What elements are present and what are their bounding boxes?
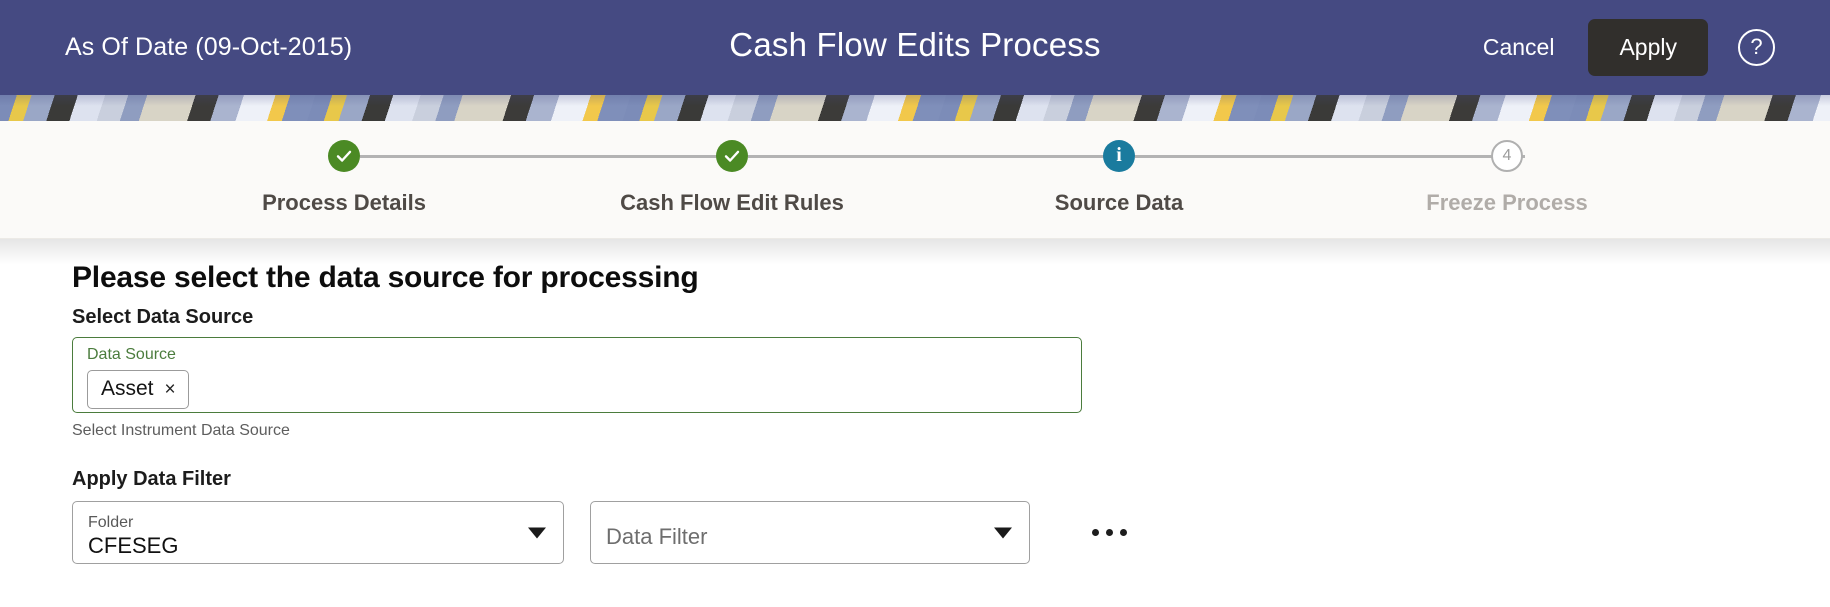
step-number-icon-4[interactable]: 4 (1491, 140, 1523, 172)
stepper-item-process-details[interactable]: Process Details (194, 121, 494, 216)
stepper-label-source-data: Source Data (1054, 190, 1184, 215)
data-filter-select[interactable]: Data Filter (590, 501, 1030, 564)
ellipsis-dot-1 (1092, 529, 1099, 536)
more-options-button[interactable] (1086, 519, 1133, 546)
step-complete-icon-1[interactable] (328, 140, 360, 172)
stepper-label-process-details: Process Details (262, 190, 426, 215)
ellipsis-dot-2 (1106, 529, 1113, 536)
folder-select[interactable]: Folder CFESEG (72, 501, 564, 564)
filter-controls-row: Folder CFESEG Data Filter (72, 501, 1830, 564)
main-content: Please select the data source for proces… (0, 239, 1830, 607)
stepper-item-cash-flow-edit-rules[interactable]: Cash Flow Edit Rules (582, 121, 882, 216)
step-complete-icon-2[interactable] (716, 140, 748, 172)
decorative-banner-image (0, 95, 1830, 121)
process-stepper: Process Details Cash Flow Edit Rules i S… (0, 121, 1830, 239)
as-of-date-label: As Of Date (09-Oct-2015) (65, 33, 353, 61)
cancel-button[interactable]: Cancel (1479, 28, 1559, 67)
header-actions: Cancel Apply ? (1479, 19, 1775, 76)
content-inner: Please select the data source for proces… (0, 261, 1830, 564)
stepper-label-cash-flow-edit-rules: Cash Flow Edit Rules (620, 190, 844, 215)
cash-flow-edits-process-page: As Of Date (09-Oct-2015) Cash Flow Edits… (0, 0, 1830, 607)
chevron-down-icon-folder[interactable] (528, 527, 546, 538)
data-source-multiselect[interactable]: Data Source Asset × (72, 337, 1082, 413)
step-info-icon-3[interactable]: i (1103, 140, 1135, 172)
data-source-field-legend: Data Source (87, 346, 176, 363)
chip-label: Asset (101, 377, 154, 400)
page-title: Cash Flow Edits Process (729, 25, 1101, 63)
page-header: As Of Date (09-Oct-2015) Cash Flow Edits… (0, 0, 1830, 95)
help-icon[interactable]: ? (1738, 29, 1775, 66)
chevron-down-icon-data-filter[interactable] (994, 527, 1012, 538)
ellipsis-dot-3 (1120, 529, 1127, 536)
select-data-source-label: Select Data Source (72, 306, 254, 328)
stepper-track: Process Details Cash Flow Edit Rules i S… (200, 121, 1630, 239)
chip-remove-icon[interactable]: × (165, 380, 176, 399)
stepper-label-freeze-process: Freeze Process (1426, 190, 1588, 215)
data-source-chip-asset: Asset × (87, 370, 189, 409)
apply-button[interactable]: Apply (1588, 19, 1708, 76)
data-filter-placeholder: Data Filter (606, 523, 708, 549)
stepper-item-source-data[interactable]: i Source Data (969, 121, 1269, 216)
folder-select-value: CFESEG (88, 532, 179, 558)
stepper-item-freeze-process[interactable]: 4 Freeze Process (1357, 121, 1657, 216)
apply-data-filter-label: Apply Data Filter (72, 468, 231, 490)
data-source-helper-text: Select Instrument Data Source (72, 422, 290, 439)
folder-select-label: Folder (88, 513, 134, 531)
apply-data-filter-section: Apply Data Filter Folder CFESEG Data Fil… (72, 468, 1830, 564)
content-heading: Please select the data source for proces… (72, 261, 699, 294)
